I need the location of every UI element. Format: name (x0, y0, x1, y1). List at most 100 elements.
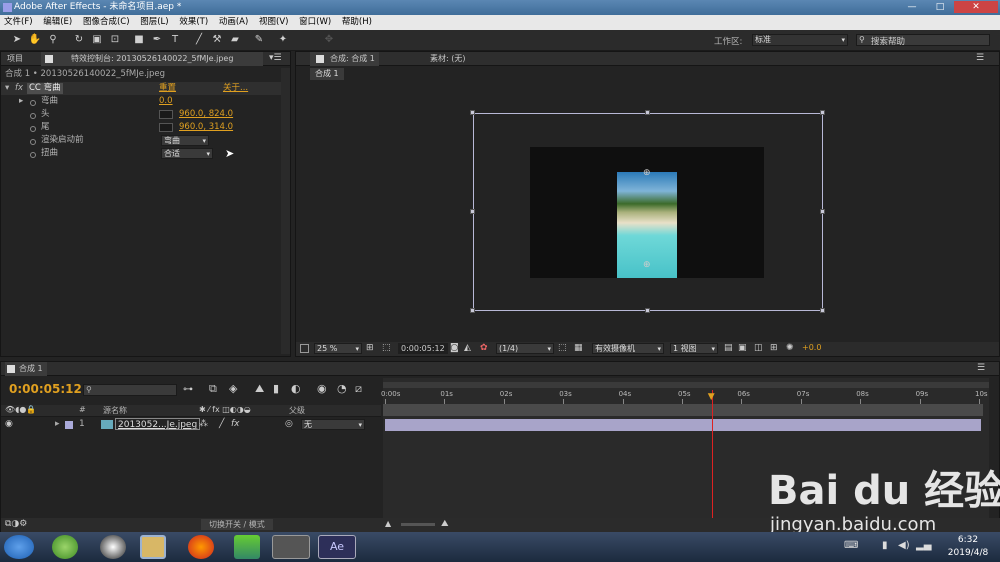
reset-link[interactable]: 重置 (159, 82, 176, 95)
transform-handle[interactable] (820, 209, 825, 214)
toggle-switches-modes-button[interactable]: 切换开关 / 模式 (201, 519, 273, 530)
effect-point-icon[interactable]: ⊕ (643, 168, 651, 178)
close-button[interactable]: ✕ (954, 1, 998, 13)
point-crosshair-icon[interactable] (159, 110, 173, 119)
point-crosshair-icon[interactable] (159, 123, 173, 132)
axis-mode-icon[interactable]: ✥ (322, 33, 336, 47)
comp-mini-flowchart-icon[interactable]: ⊶ (183, 384, 193, 395)
label-color-swatch[interactable] (65, 421, 73, 429)
viewer-timecode[interactable]: 0:00:05:12 (398, 343, 448, 354)
pickwhip-icon[interactable]: ◎ (285, 419, 293, 429)
tab-footage[interactable]: 素材: (无) (426, 52, 469, 66)
zoom-tool-icon[interactable]: ⚲ (46, 33, 60, 47)
fast-previews-icon[interactable]: ▣ (738, 343, 747, 353)
region-of-interest-icon[interactable]: ⬚ (558, 343, 567, 353)
scrollbar[interactable] (281, 68, 290, 354)
transform-handle[interactable] (470, 209, 475, 214)
tray-volume-icon[interactable]: ◀) (898, 540, 910, 551)
brainstorm-icon[interactable]: ◉ (317, 382, 327, 395)
minimize-button[interactable]: — (898, 1, 926, 13)
recorder-icon[interactable] (272, 535, 310, 559)
transform-handle[interactable] (645, 308, 650, 313)
layer-bounding-box[interactable] (473, 113, 823, 311)
channel-icon[interactable]: ✿ (480, 343, 488, 353)
layer-search-field[interactable]: ⚲ (83, 384, 177, 396)
firefox-icon[interactable] (188, 535, 214, 559)
zoom-slider[interactable] (401, 523, 435, 526)
lock-icon[interactable] (45, 55, 53, 63)
workspace-select[interactable]: 标准 (752, 34, 848, 46)
playhead[interactable] (711, 390, 713, 518)
prop-value[interactable]: 0.0 (159, 95, 173, 108)
grid-icon[interactable]: ⊞ (366, 343, 374, 353)
help-search-field[interactable]: ⚲ 搜索帮助 (856, 34, 990, 47)
always-preview-icon[interactable] (300, 344, 309, 353)
about-link[interactable]: 关于... (223, 82, 248, 95)
pen-tool-icon[interactable]: ✒ (150, 33, 164, 47)
lock-icon[interactable] (316, 55, 324, 63)
pan-behind-tool-icon[interactable]: ⊡ (108, 33, 122, 47)
hand-tool-icon[interactable]: ✋ (28, 33, 42, 47)
quality-switch-icon[interactable]: ╱ (219, 419, 224, 429)
expand-triangle-icon[interactable]: ▸ (19, 95, 23, 108)
clone-stamp-tool-icon[interactable]: ⚒ (210, 33, 224, 47)
render-prestart-select[interactable]: 弯曲 (161, 135, 209, 146)
menu-edit[interactable]: 编辑(E) (39, 15, 76, 30)
type-tool-icon[interactable]: T (168, 33, 182, 47)
rotate-tool-icon[interactable]: ↻ (72, 33, 86, 47)
comp-navigator-tab[interactable]: 合成 1 (310, 68, 344, 80)
toggle-pixel-aspect-icon[interactable]: ▤ (724, 343, 733, 353)
menu-animation[interactable]: 动画(A) (215, 15, 252, 30)
tray-network-icon[interactable]: ▂▄ (916, 540, 931, 551)
stopwatch-icon[interactable]: ◔ (337, 382, 347, 395)
effect-point-icon[interactable]: ⊕ (643, 260, 651, 270)
collapse-triangle-icon[interactable]: ▾ (5, 82, 9, 95)
layer-duration-bar[interactable] (385, 419, 981, 431)
fx-icon[interactable]: fx (15, 82, 23, 95)
flowchart-icon[interactable]: ⊞ (770, 343, 778, 353)
tab-project[interactable]: 项目 (3, 52, 27, 66)
transform-handle[interactable] (470, 308, 475, 313)
views-select[interactable]: 1 视图 (670, 343, 718, 354)
camera-select[interactable]: 有效摄像机 (592, 343, 664, 354)
panel-menu-icon[interactable]: ☰ (977, 363, 985, 373)
snapshot-icon[interactable]: ◙ (450, 343, 459, 353)
menu-view[interactable]: 视图(V) (255, 15, 292, 30)
live-update-icon[interactable]: ⧉ (209, 382, 217, 396)
layer-name[interactable]: 2013052...Je.jpeg (115, 418, 201, 430)
shy-switch-icon[interactable]: ⁂ (199, 419, 208, 429)
graph-editor-icon[interactable]: ⧄ (355, 382, 362, 396)
work-area-bar[interactable] (383, 382, 989, 388)
menu-layer[interactable]: 图层(L) (136, 15, 172, 30)
panel-menu-icon[interactable]: ▾☰ (269, 53, 282, 63)
menu-file[interactable]: 文件(F) (0, 15, 37, 30)
zoom-in-icon[interactable]: ⛰ (441, 519, 449, 529)
comp-viewer[interactable]: ⊕ ⊕ (298, 82, 998, 340)
playhead-marker-icon[interactable]: ▼ (708, 392, 715, 402)
layer-row[interactable]: ◉ ▸ 1 2013052...Je.jpeg ⁂ ╱ fx ◎ 无 (1, 418, 381, 432)
browser-360-icon[interactable] (52, 535, 78, 559)
frame-blending-icon[interactable]: ▮ (273, 382, 279, 395)
layer-switches-toggle-icon[interactable]: ⧉◑⚙ (5, 519, 27, 529)
camera-tool-icon[interactable]: ▣ (90, 33, 104, 47)
after-effects-taskbar-icon[interactable]: Ae (318, 535, 356, 559)
qq-icon[interactable] (100, 535, 126, 559)
stopwatch-icon[interactable] (30, 150, 36, 163)
zoom-out-icon[interactable]: ▲ (385, 519, 391, 528)
resolution-select[interactable]: (1/4) (496, 343, 554, 354)
effect-name[interactable]: CC 弯曲 (27, 83, 63, 94)
current-time[interactable]: 0:00:05:12 (9, 382, 82, 396)
shy-layers-icon[interactable]: ⛰ (255, 382, 264, 396)
roto-brush-tool-icon[interactable]: ✎ (252, 33, 266, 47)
tab-effect-controls[interactable]: 特效控制台: 20130526140022_5fMJe.jpeg (41, 52, 263, 66)
transform-handle[interactable] (470, 110, 475, 115)
distort-select[interactable]: 合适 (161, 148, 213, 159)
start-button[interactable] (4, 535, 34, 559)
maximize-button[interactable]: □ (926, 1, 954, 13)
menu-window[interactable]: 窗口(W) (295, 15, 335, 30)
show-snapshot-icon[interactable]: ◭ (464, 343, 471, 353)
selection-tool-icon[interactable]: ➤ (10, 33, 24, 47)
panel-menu-icon[interactable]: ☰ (976, 53, 984, 63)
mask-visibility-icon[interactable]: ⬚ (382, 343, 391, 353)
rectangle-tool-icon[interactable]: ■ (132, 33, 146, 47)
